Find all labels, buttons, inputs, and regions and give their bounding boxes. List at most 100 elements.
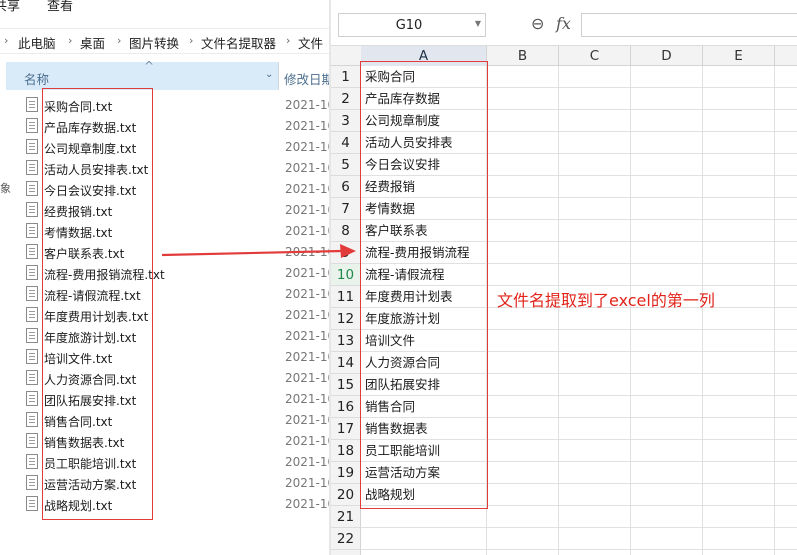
- cell-b[interactable]: [487, 550, 559, 555]
- cell-f[interactable]: [775, 198, 797, 220]
- cell-f[interactable]: [775, 418, 797, 440]
- cell-d[interactable]: [631, 418, 703, 440]
- cell-e[interactable]: [703, 308, 775, 330]
- cell-e[interactable]: [703, 66, 775, 88]
- cell-e[interactable]: [703, 220, 775, 242]
- cell-f[interactable]: [775, 88, 797, 110]
- row-header[interactable]: 17: [331, 418, 361, 440]
- cell-d[interactable]: [631, 374, 703, 396]
- cell-c[interactable]: [559, 176, 631, 198]
- tab-share[interactable]: 共享: [0, 0, 20, 14]
- cell-c[interactable]: [559, 506, 631, 528]
- cell-c[interactable]: [559, 308, 631, 330]
- cell-d[interactable]: [631, 66, 703, 88]
- cell-b[interactable]: [487, 242, 559, 264]
- row-header[interactable]: 2: [331, 88, 361, 110]
- cell-b[interactable]: [487, 396, 559, 418]
- row-header[interactable]: 15: [331, 374, 361, 396]
- cell-d[interactable]: [631, 308, 703, 330]
- breadcrumb-files[interactable]: 文件: [298, 33, 323, 52]
- cell-c[interactable]: [559, 550, 631, 555]
- name-box[interactable]: G10 ▼: [338, 13, 486, 37]
- cell-e[interactable]: [703, 374, 775, 396]
- cell-e[interactable]: [703, 418, 775, 440]
- cell-c[interactable]: [559, 418, 631, 440]
- cell-c[interactable]: [559, 132, 631, 154]
- cell-d[interactable]: [631, 396, 703, 418]
- cell-f[interactable]: [775, 330, 797, 352]
- cell-d[interactable]: [631, 462, 703, 484]
- cell-d[interactable]: [631, 506, 703, 528]
- cell-b[interactable]: [487, 462, 559, 484]
- cell-d[interactable]: [631, 484, 703, 506]
- cell-b[interactable]: [487, 110, 559, 132]
- cell-e[interactable]: [703, 198, 775, 220]
- cell-f[interactable]: [775, 528, 797, 550]
- cell-f[interactable]: [775, 484, 797, 506]
- cell-b[interactable]: [487, 374, 559, 396]
- cell-b[interactable]: [487, 66, 559, 88]
- cell-b[interactable]: [487, 154, 559, 176]
- row-header[interactable]: 23: [331, 550, 361, 555]
- cell-c[interactable]: [559, 154, 631, 176]
- cell-e[interactable]: [703, 176, 775, 198]
- cell-f[interactable]: [775, 220, 797, 242]
- cell-b[interactable]: [487, 132, 559, 154]
- cell-c[interactable]: [559, 352, 631, 374]
- cell-f[interactable]: [775, 308, 797, 330]
- cell-f[interactable]: [775, 286, 797, 308]
- cell-d[interactable]: [631, 264, 703, 286]
- cell-d[interactable]: [631, 242, 703, 264]
- cell-a[interactable]: [361, 506, 487, 528]
- cell-b[interactable]: [487, 484, 559, 506]
- cell-e[interactable]: [703, 550, 775, 555]
- row-header[interactable]: 3: [331, 110, 361, 132]
- row-header[interactable]: 4: [331, 132, 361, 154]
- cell-c[interactable]: [559, 198, 631, 220]
- chevron-down-icon[interactable]: ▼: [475, 19, 481, 28]
- breadcrumb-desktop[interactable]: 桌面: [80, 33, 105, 52]
- magnifier-icon[interactable]: ⊖: [531, 14, 544, 33]
- cell-b[interactable]: [487, 330, 559, 352]
- cell-c[interactable]: [559, 462, 631, 484]
- fx-icon[interactable]: fx: [556, 14, 571, 33]
- cell-b[interactable]: [487, 220, 559, 242]
- formula-input[interactable]: [581, 13, 797, 37]
- cell-d[interactable]: [631, 154, 703, 176]
- row-header[interactable]: 8: [331, 220, 361, 242]
- cell-e[interactable]: [703, 462, 775, 484]
- cell-e[interactable]: [703, 132, 775, 154]
- breadcrumb-image-convert[interactable]: 图片转换: [129, 33, 179, 52]
- cell-e[interactable]: [703, 242, 775, 264]
- cell-b[interactable]: [487, 352, 559, 374]
- column-header-e[interactable]: E: [703, 46, 775, 66]
- cell-b[interactable]: [487, 308, 559, 330]
- cell-b[interactable]: [487, 176, 559, 198]
- cell-c[interactable]: [559, 220, 631, 242]
- row-header[interactable]: 11: [331, 286, 361, 308]
- cell-c[interactable]: [559, 66, 631, 88]
- cell-d[interactable]: [631, 220, 703, 242]
- cell-c[interactable]: [559, 440, 631, 462]
- cell-f[interactable]: [775, 506, 797, 528]
- breadcrumb[interactable]: › 此电脑 › 桌面 › 图片转换 › 文件名提取器 › 文件: [0, 28, 330, 54]
- cell-f[interactable]: [775, 462, 797, 484]
- cell-f[interactable]: [775, 264, 797, 286]
- row-header[interactable]: 5: [331, 154, 361, 176]
- row-header[interactable]: 1: [331, 66, 361, 88]
- row-header[interactable]: 12: [331, 308, 361, 330]
- row-header[interactable]: 14: [331, 352, 361, 374]
- cell-f[interactable]: [775, 374, 797, 396]
- cell-c[interactable]: [559, 396, 631, 418]
- cell-f[interactable]: [775, 110, 797, 132]
- cell-e[interactable]: [703, 440, 775, 462]
- tab-view[interactable]: 查看: [47, 0, 73, 14]
- cell-c[interactable]: [559, 110, 631, 132]
- cell-e[interactable]: [703, 528, 775, 550]
- column-header-c[interactable]: C: [559, 46, 631, 66]
- cell-b[interactable]: [487, 528, 559, 550]
- column-header-d[interactable]: D: [631, 46, 703, 66]
- cell-e[interactable]: [703, 88, 775, 110]
- cell-b[interactable]: [487, 440, 559, 462]
- cell-f[interactable]: [775, 550, 797, 555]
